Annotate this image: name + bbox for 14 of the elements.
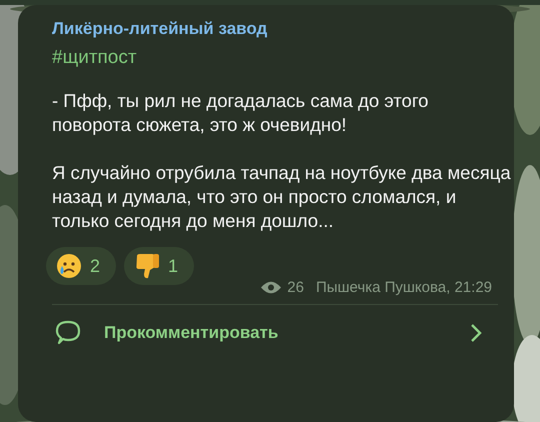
author-time: Пышечка Пушкова, 21:29 bbox=[316, 279, 492, 296]
message-text: - Пфф, ты рил не догадалась сама до этого поворота сюжета, это ж очевидно! bbox=[52, 89, 430, 137]
view-count: 26 bbox=[287, 279, 304, 296]
thumbs-down-icon bbox=[134, 252, 160, 280]
channel-name[interactable]: Ликёрно-литейный завод bbox=[52, 19, 498, 39]
speech-bubble-icon bbox=[54, 319, 82, 347]
hashtag-link[interactable]: #щитпост bbox=[52, 47, 498, 69]
message-text: Я случайно отрубила тачпад на ноутбуке два месяца назад и думала, что это он просто сломался, и только сегодня до меня дошло... bbox=[52, 161, 512, 233]
eye-icon bbox=[261, 281, 282, 294]
reaction-button[interactable]: 2 bbox=[46, 247, 116, 285]
chevron-right-icon bbox=[470, 323, 482, 343]
reaction-button[interactable]: 1 bbox=[124, 247, 194, 285]
crying-face-icon bbox=[56, 253, 82, 279]
comment-button[interactable]: Прокомментировать bbox=[38, 307, 498, 359]
